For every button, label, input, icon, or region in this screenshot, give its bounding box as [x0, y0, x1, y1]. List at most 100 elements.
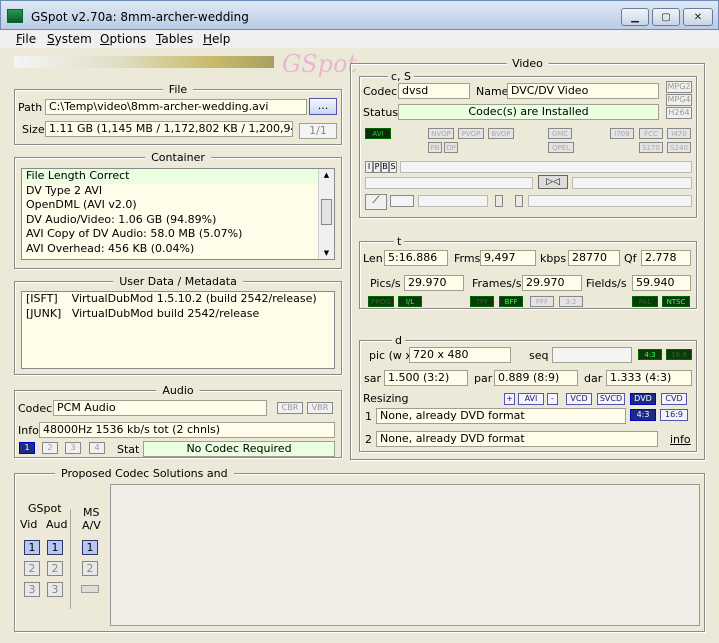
slider-grip-icon: ▷◁ [546, 177, 560, 187]
dp-flag: DP [444, 142, 458, 153]
scroll-down-icon[interactable]: ▼ [319, 247, 334, 259]
resize-vcd-button[interactable]: VCD [566, 393, 592, 405]
scroll-thumb[interactable] [321, 199, 332, 225]
timeline-slider[interactable]: ▷◁ [538, 175, 568, 189]
app-icon [7, 9, 23, 23]
metadata-group-title: User Data / Metadata [113, 275, 243, 288]
resize-minus-button[interactable]: - [547, 393, 558, 405]
container-scrollbar[interactable]: ▲ ▼ [318, 169, 334, 259]
ms-solution-2[interactable]: 2 [82, 561, 98, 576]
audio-track-4[interactable]: 4 [89, 442, 105, 454]
aud-solution-2[interactable]: 2 [47, 561, 63, 576]
audio-group: Audio Codec PCM Audio CBR VBR Info 48000… [14, 384, 342, 458]
list-item[interactable]: [ISFT] VirtualDubMod 1.5.10.2 (build 254… [22, 292, 334, 307]
vid-solution-1[interactable]: 1 [24, 540, 40, 555]
vid-solution-2[interactable]: 2 [24, 561, 40, 576]
video-name-field: DVC/DV Video [507, 83, 659, 99]
minimize-icon: ▁ [631, 11, 639, 23]
pics-field: 29.970 [404, 275, 464, 291]
h264-indicator: H264 [666, 107, 692, 119]
resize-row-1-field: None, already DVD format [376, 408, 626, 424]
frame-s: S [389, 161, 397, 173]
audio-codec-field: PCM Audio [53, 400, 267, 416]
marker-2[interactable] [515, 195, 523, 207]
frms-field: 9,497 [480, 250, 536, 266]
list-item[interactable]: File Length Correct [22, 169, 318, 184]
kbps-label: kbps [540, 252, 567, 265]
container-group: Container File Length Correct DV Type 2 … [14, 151, 342, 269]
list-item[interactable]: AVI Copy of DV Audio: 58.0 MB (5.07%) [22, 227, 334, 242]
timeline-right [572, 177, 692, 189]
audio-track-1[interactable]: 1 [19, 442, 35, 454]
list-item[interactable]: DV Type 2 AVI [22, 184, 334, 199]
aud-solution-1[interactable]: 1 [47, 540, 63, 555]
minimize-button[interactable]: ▁ [621, 8, 649, 26]
ntsc-led: NTSC [662, 296, 690, 307]
video-codec-label: Codec [363, 85, 398, 98]
audio-track-2[interactable]: 2 [42, 442, 58, 454]
close-button[interactable]: ✕ [683, 8, 713, 26]
framess-field: 29.970 [522, 275, 582, 291]
info-link[interactable]: info [670, 433, 691, 446]
resize-cvd-button[interactable]: CVD [661, 393, 687, 405]
resize-avi-button[interactable]: AVI [518, 393, 544, 405]
resize-plus-button[interactable]: + [504, 393, 515, 405]
ms-solution-1[interactable]: 1 [82, 540, 98, 555]
kbps-field: 28770 [568, 250, 620, 266]
frame-tool-icon[interactable]: ⟋ [365, 194, 387, 210]
resize-ar-43-button[interactable]: 4:3 [630, 409, 656, 421]
video-codec-field: dvsd [398, 83, 470, 99]
file-group: File Path C:\Temp\video\8mm-archer-weddi… [14, 83, 342, 145]
mpg2-indicator: MPG2 [666, 81, 692, 93]
resize-svcd-button[interactable]: SVCD [597, 393, 625, 405]
vid-solution-3[interactable]: 3 [24, 582, 40, 597]
container-group-title: Container [145, 151, 211, 164]
aud-solution-3[interactable]: 3 [47, 582, 63, 597]
resize-ar-169-button[interactable]: 16:9 [660, 409, 688, 421]
pb-flag: PB [428, 142, 442, 153]
tff-led: TFF [470, 296, 494, 307]
s240-flag: S240 [667, 142, 691, 153]
par-field: 0.889 (8:9) [494, 370, 578, 386]
audio-info-label: Info [18, 424, 39, 437]
path-field[interactable]: C:\Temp\video\8mm-archer-wedding.avi [45, 99, 307, 115]
codec-subgroup-title: c, S [388, 70, 415, 83]
menu-tables[interactable]: Tables [154, 30, 195, 48]
maximize-button[interactable]: ▢ [652, 8, 680, 26]
sar-field: 1.500 (3:2) [384, 370, 468, 386]
resizing-label: Resizing [363, 392, 409, 405]
qf-field: 2.778 [641, 250, 691, 266]
marker-1[interactable] [495, 195, 503, 207]
metadata-list[interactable]: [ISFT] VirtualDubMod 1.5.10.2 (build 254… [21, 291, 335, 369]
metadata-group: User Data / Metadata [ISFT] VirtualDubMo… [14, 275, 342, 375]
sar-label: sar [364, 372, 381, 385]
size-field: 1.11 GB (1,145 MB / 1,172,802 KB / 1,200… [45, 121, 293, 137]
list-item[interactable]: DV Audio/Video: 1.06 GB (94.89%) [22, 213, 334, 228]
gspot-logo: GSpot [282, 50, 358, 78]
list-item[interactable]: OpenDML (AVI v2.0) [22, 198, 334, 213]
menu-options[interactable]: Options [98, 30, 148, 48]
scroll-up-icon[interactable]: ▲ [319, 169, 334, 181]
i709-flag: I709 [610, 128, 634, 139]
dar-field: 1.333 (4:3) [606, 370, 692, 386]
audio-stat-field: No Codec Required [143, 441, 335, 457]
container-list[interactable]: File Length Correct DV Type 2 AVI OpenDM… [21, 168, 335, 260]
resize-dvd-button[interactable]: DVD [630, 393, 656, 405]
list-item[interactable]: AVI Overhead: 456 KB (0.04%) [22, 242, 334, 257]
menu-help[interactable]: Help [201, 30, 232, 48]
framess-label: Frames/s [472, 277, 522, 290]
fields-label: Fields/s [586, 277, 627, 290]
audio-codec-label: Codec [18, 402, 53, 415]
audio-track-3[interactable]: 3 [65, 442, 81, 454]
browse-button[interactable]: ... [309, 98, 337, 115]
progress-gradient [14, 56, 274, 68]
av-label: A/V [82, 519, 101, 532]
par-label: par [474, 372, 493, 385]
list-item[interactable]: [JUNK] VirtualDubMod build 2542/release [22, 307, 334, 322]
menu-file[interactable]: File [14, 30, 38, 48]
menu-system[interactable]: System [45, 30, 94, 48]
dimensions-subgroup-title: d [392, 334, 405, 347]
solutions-panel [110, 484, 700, 626]
i470-flag: I470 [667, 128, 691, 139]
resize-row-2-field: None, already DVD format [376, 431, 658, 447]
